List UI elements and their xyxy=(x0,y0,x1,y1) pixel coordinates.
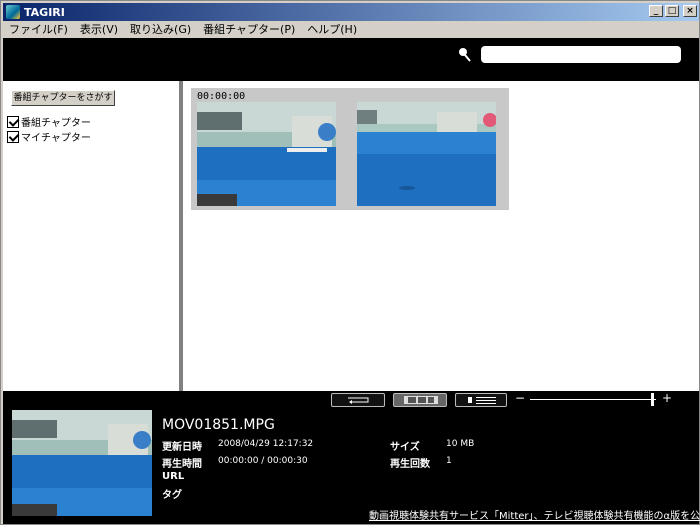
window-title: TAGIRI xyxy=(24,5,65,19)
my-chapter-label: マイチャプター xyxy=(21,133,91,144)
close-button[interactable]: × xyxy=(683,5,697,17)
playcount-label: 再生回数 xyxy=(390,459,430,470)
details-panel: − + MOV01851.MPG 更新日時 2008/04/29 12:17:3… xyxy=(3,391,700,524)
chapter-view: 00:00:00 xyxy=(183,81,699,391)
zoom-out-button[interactable]: − xyxy=(515,391,525,405)
updated-value: 2008/04/29 12:17:32 xyxy=(218,439,314,449)
zoom-in-button[interactable]: + xyxy=(662,391,672,405)
size-label: サイズ xyxy=(390,442,420,453)
zoom-slider-handle[interactable] xyxy=(651,393,654,406)
search-icon[interactable] xyxy=(458,47,472,63)
return-button[interactable] xyxy=(331,393,385,407)
video-filename: MOV01851.MPG xyxy=(162,417,275,433)
tag-label: タグ xyxy=(162,490,182,501)
program-chapter-checkbox-row[interactable]: 番組チャプター xyxy=(7,114,91,129)
app-icon xyxy=(6,5,20,19)
chapter-timecode: 00:00:00 xyxy=(197,91,246,102)
menu-import[interactable]: 取り込み(G) xyxy=(124,21,197,37)
updated-label: 更新日時 xyxy=(162,442,202,453)
promo-link[interactable]: 動画視聴体験共有サービス「Mitter」、テレビ視聴体験共有機能のα版を公開 xyxy=(369,507,700,522)
playtime-value: 00:00:00 / 00:00:30 xyxy=(218,456,308,466)
title-bar[interactable]: TAGIRI _ □ × xyxy=(3,3,699,21)
playtime-label: 再生時間 xyxy=(162,459,202,470)
playcount-value: 1 xyxy=(446,456,452,466)
size-value: 10 MB xyxy=(446,439,475,449)
program-chapter-checkbox[interactable] xyxy=(7,115,19,128)
zoom-slider[interactable] xyxy=(530,399,656,400)
search-input[interactable] xyxy=(481,46,681,63)
menu-file[interactable]: ファイル(F) xyxy=(3,21,74,37)
menu-program-chapter[interactable]: 番組チャプター(P) xyxy=(197,21,301,37)
menu-help[interactable]: ヘルプ(H) xyxy=(301,21,363,37)
my-chapter-checkbox[interactable] xyxy=(7,130,19,143)
minimize-button[interactable]: _ xyxy=(649,5,663,17)
app-window: TAGIRI _ □ × ファイル(F) 表示(V) 取り込み(G) 番組チャプ… xyxy=(0,0,700,525)
menu-view[interactable]: 表示(V) xyxy=(74,21,124,37)
my-chapter-checkbox-row[interactable]: マイチャプター xyxy=(7,129,91,144)
return-icon xyxy=(348,397,369,404)
list-icon xyxy=(468,397,496,404)
filmstrip-icon xyxy=(404,396,438,404)
menu-bar: ファイル(F) 表示(V) 取り込み(G) 番組チャプター(P) ヘルプ(H) xyxy=(3,21,699,37)
url-label: URL xyxy=(162,471,185,482)
maximize-button[interactable]: □ xyxy=(665,5,679,17)
window-controls: _ □ × xyxy=(649,5,697,17)
search-bar xyxy=(3,38,699,81)
chapter-strip: 00:00:00 xyxy=(191,88,509,210)
program-chapter-label: 番組チャプター xyxy=(21,118,91,129)
sidebar: 番組チャプターをさがす 番組チャプター マイチャプター xyxy=(3,81,179,391)
video-preview[interactable] xyxy=(12,410,152,516)
find-program-chapter-button[interactable]: 番組チャプターをさがす xyxy=(11,90,115,106)
chapter-thumbnail[interactable] xyxy=(357,102,496,206)
filmstrip-view-button[interactable] xyxy=(393,393,447,407)
chapter-thumbnail[interactable] xyxy=(197,102,336,206)
list-view-button[interactable] xyxy=(455,393,507,407)
